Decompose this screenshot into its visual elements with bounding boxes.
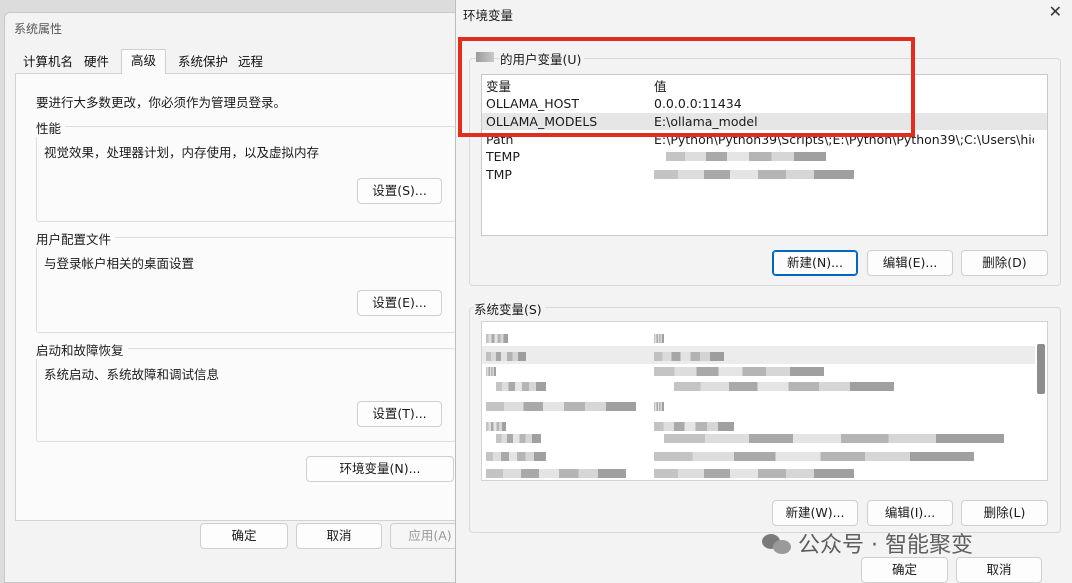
user-new-button[interactable]: 新建(N)... [772, 250, 858, 276]
close-icon[interactable]: ✕ [1049, 2, 1062, 21]
list-item[interactable]: TMP [482, 166, 1047, 183]
tab-remote[interactable]: 远程 [234, 52, 267, 74]
redacted-row [654, 402, 664, 411]
header-value: 值 [654, 79, 667, 94]
redacted-row [486, 469, 626, 478]
list-item[interactable]: TEMP [482, 148, 1047, 165]
variable-value: E:\Python\Python39\Scripts\;E:\Python\Py… [654, 132, 1034, 147]
performance-settings-button[interactable]: 设置(S)... [357, 178, 442, 204]
performance-group [36, 126, 456, 222]
redacted-row [664, 434, 1004, 443]
tab-advanced[interactable]: 高级 [121, 49, 167, 74]
performance-label: 性能 [36, 118, 66, 137]
cancel-button[interactable]: 取消 [296, 523, 382, 549]
window-title: 系统属性 [14, 22, 63, 36]
variable-name: TMP [486, 167, 512, 182]
startup-recovery-desc: 系统启动、系统故障和调试信息 [44, 367, 220, 382]
startup-recovery-group [36, 348, 456, 442]
redacted-row [486, 367, 496, 376]
redacted-row [486, 402, 636, 411]
user-delete-button[interactable]: 删除(D) [961, 250, 1048, 276]
variable-name: OLLAMA_MODELS [486, 114, 598, 129]
redacted-row [674, 382, 894, 391]
wechat-icon [762, 532, 792, 554]
list-item[interactable]: Path E:\Python\Python39\Scripts\;E:\Pyth… [482, 131, 1047, 148]
system-properties-window: 系统属性 计算机名 硬件 高级 系统保护 远程 要进行大多数更改，你必须作为管理… [4, 12, 474, 583]
list-item[interactable]: OLLAMA_MODELS E:\ollama_model [482, 113, 1047, 130]
redacted-row [486, 452, 546, 461]
redacted-row [654, 452, 974, 461]
watermark-text: 公众号 · 智能聚变 [798, 533, 973, 558]
environment-variables-button[interactable]: 环境变量(N)... [306, 456, 454, 482]
tab-computer-name[interactable]: 计算机名 [19, 52, 77, 74]
user-profiles-label: 用户配置文件 [36, 229, 116, 248]
redacted-row [654, 334, 664, 343]
watermark: 公众号 · 智能聚变 [762, 527, 973, 559]
redacted-row [654, 352, 724, 361]
system-variables-label: 系统变量(S) [474, 299, 545, 318]
window-title: 环境变量 [463, 8, 514, 23]
redacted-row [496, 382, 546, 391]
header-variable: 变量 [486, 79, 512, 94]
variable-value: 0.0.0.0:11434 [654, 96, 742, 111]
redacted-username [476, 52, 494, 62]
ok-button[interactable]: 确定 [861, 557, 948, 583]
ok-button[interactable]: 确定 [200, 523, 288, 549]
tab-hardware[interactable]: 硬件 [80, 52, 113, 74]
user-variables-list: 变量 值 OLLAMA_HOST 0.0.0.0:11434 OLLAMA_MO… [481, 74, 1048, 236]
redacted-row [654, 367, 824, 376]
list-header: 变量 值 [482, 78, 1047, 95]
system-variables-list [481, 321, 1048, 481]
table-row[interactable] [482, 346, 1035, 364]
redacted-row [654, 469, 854, 478]
environment-variables-window: 环境变量 ✕ 的用户变量(U) 变量 值 OLLAMA_HOST 0.0.0.0… [455, 0, 1072, 583]
variable-name: TEMP [486, 149, 520, 164]
redacted-row [496, 434, 541, 443]
redacted-row [486, 352, 526, 361]
user-profiles-group [36, 237, 456, 333]
cancel-button[interactable]: 取消 [956, 557, 1042, 583]
performance-desc: 视觉效果，处理器计划，内存使用，以及虚拟内存 [44, 145, 320, 160]
user-variables-label: 的用户变量(U) [500, 49, 585, 68]
scrollbar-thumb[interactable] [1037, 344, 1045, 394]
startup-recovery-settings-button[interactable]: 设置(T)... [357, 401, 442, 427]
system-edit-button[interactable]: 编辑(I)... [867, 500, 953, 526]
startup-recovery-label: 启动和故障恢复 [36, 340, 128, 359]
system-delete-button[interactable]: 删除(L) [961, 500, 1048, 526]
redacted-value [666, 152, 826, 161]
list-item[interactable]: OLLAMA_HOST 0.0.0.0:11434 [482, 95, 1047, 112]
redacted-row [486, 334, 508, 343]
variable-name: OLLAMA_HOST [486, 96, 579, 111]
tab-bar: 计算机名 硬件 高级 系统保护 远程 [15, 49, 473, 74]
admin-note: 要进行大多数更改，你必须作为管理员登录。 [36, 95, 287, 110]
system-new-button[interactable]: 新建(W)... [772, 500, 858, 526]
variable-value: E:\ollama_model [654, 114, 758, 129]
tab-system-protection[interactable]: 系统保护 [174, 52, 232, 74]
user-profiles-settings-button[interactable]: 设置(E)... [357, 290, 442, 316]
user-edit-button[interactable]: 编辑(E)... [867, 250, 953, 276]
redacted-value [654, 170, 854, 179]
advanced-tab-pane: 要进行大多数更改，你必须作为管理员登录。 性能 视觉效果，处理器计划，内存使用，… [15, 73, 465, 521]
variable-name: Path [486, 132, 514, 147]
user-profiles-desc: 与登录帐户相关的桌面设置 [44, 256, 195, 271]
redacted-row [654, 422, 734, 431]
redacted-row [486, 422, 506, 431]
